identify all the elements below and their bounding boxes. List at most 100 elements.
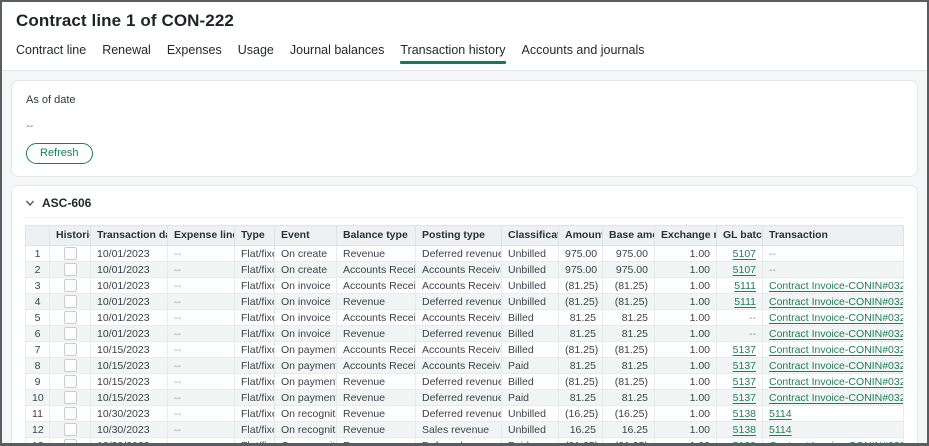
posting-type-cell: Deferred revenue — [416, 294, 502, 310]
historical-checkbox[interactable] — [64, 295, 77, 308]
posting-type-cell: Accounts Receivable — [416, 262, 502, 278]
col-transaction: Transaction — [763, 226, 904, 246]
gl-batch-cell: 5107 — [717, 246, 763, 262]
gl-batch-link[interactable]: 5111 — [734, 280, 756, 292]
amount-cell: 81.25 — [559, 310, 603, 326]
transaction-link[interactable]: Contract Invoice-CONIN#0325#doc — [769, 392, 904, 404]
amount-cell: 975.00 — [559, 246, 603, 262]
tab-contract-line[interactable]: Contract line — [16, 33, 86, 70]
tab-expenses[interactable]: Expenses — [167, 33, 222, 70]
historical-checkbox[interactable] — [64, 311, 77, 324]
table-row: 310/01/2023--Flat/fixedOn invoiceAccount… — [26, 278, 904, 294]
amount-cell: 81.25 — [559, 390, 603, 406]
table-row: 510/01/2023--Flat/fixedOn invoiceAccount… — [26, 310, 904, 326]
gl-batch-link[interactable]: 5138 — [733, 408, 756, 420]
transaction-date-cell: 10/01/2023 — [91, 246, 168, 262]
row-number-cell: 8 — [26, 358, 50, 374]
col-exchange-rate: Exchange rate — [655, 226, 717, 246]
refresh-button[interactable]: Refresh — [26, 143, 93, 164]
transaction-link[interactable]: Contract Invoice-CONIN#0325#doc — [769, 328, 904, 340]
base-amount-cell: 81.25 — [603, 358, 655, 374]
tab-transaction-history[interactable]: Transaction history — [400, 33, 505, 70]
expense-line-cell: -- — [168, 390, 235, 406]
historical-checkbox[interactable] — [64, 343, 77, 356]
gl-batch-link[interactable]: 5137 — [733, 376, 756, 388]
historical-checkbox[interactable] — [64, 423, 77, 436]
historical-cell — [50, 358, 91, 374]
transaction-link[interactable]: 5114 — [769, 424, 792, 436]
transaction-link[interactable]: Contract Invoice-CONIN#0325#doc — [769, 296, 904, 308]
expense-line-cell: -- — [168, 278, 235, 294]
historical-checkbox[interactable] — [64, 375, 77, 388]
historical-cell — [50, 438, 91, 446]
event-cell: On payment — [275, 374, 337, 390]
historical-cell — [50, 278, 91, 294]
exchange-rate-cell: 1.00 — [655, 390, 717, 406]
gl-batch-link[interactable]: 5138 — [733, 424, 756, 436]
gl-batch-cell: 5111 — [717, 278, 763, 294]
table-row: 710/15/2023--Flat/fixedOn paymentAccount… — [26, 342, 904, 358]
transaction-link[interactable]: Contract Invoice-CONIN#0325#doc — [769, 280, 904, 292]
gl-batch-link[interactable]: 5107 — [733, 248, 756, 260]
table-row: 1010/15/2023--Flat/fixedOn paymentRevenu… — [26, 390, 904, 406]
gl-batch-cell: -- — [717, 310, 763, 326]
historical-cell — [50, 294, 91, 310]
transaction-link[interactable]: Contract Invoice-CONIN#0325#doc — [769, 344, 904, 356]
row-number-cell: 6 — [26, 326, 50, 342]
gl-batch-cell: 5138 — [717, 406, 763, 422]
row-number-cell: 10 — [26, 390, 50, 406]
balance-type-cell: Revenue — [337, 390, 416, 406]
transaction-date-cell: 10/01/2023 — [91, 278, 168, 294]
gl-batch-link[interactable]: 5137 — [733, 344, 756, 356]
posting-type-cell: Deferred revenue — [416, 438, 502, 446]
gl-batch-link[interactable]: 5139 — [733, 440, 756, 446]
amount-cell: (81.25) — [559, 278, 603, 294]
tab-accounts-and-journals[interactable]: Accounts and journals — [522, 33, 645, 70]
transaction-link[interactable]: Contract Invoice-CONIN#0325#doc — [769, 360, 904, 372]
gl-batch-link[interactable]: 5137 — [733, 392, 756, 404]
historical-checkbox[interactable] — [64, 439, 77, 446]
event-cell: On invoice — [275, 326, 337, 342]
col-transaction-date: Transaction date — [91, 226, 168, 246]
gl-batch-cell: 5139 — [717, 438, 763, 446]
transaction-link[interactable]: 5114 — [769, 408, 792, 420]
base-amount-cell: 81.25 — [603, 390, 655, 406]
col-amount: Amount — [559, 226, 603, 246]
col-type: Type — [235, 226, 275, 246]
tab-renewal[interactable]: Renewal — [102, 33, 151, 70]
historical-checkbox[interactable] — [64, 263, 77, 276]
historical-checkbox[interactable] — [64, 279, 77, 292]
amount-cell: (81.25) — [559, 342, 603, 358]
expense-line-cell: -- — [168, 294, 235, 310]
historical-checkbox[interactable] — [64, 391, 77, 404]
table-row: 210/01/2023--Flat/fixedOn createAccounts… — [26, 262, 904, 278]
balance-type-cell: Accounts Receivable — [337, 342, 416, 358]
classification-cell: Paid — [502, 358, 559, 374]
type-cell: Flat/fixed — [235, 358, 275, 374]
historical-cell — [50, 406, 91, 422]
gl-batch-cell: 5138 — [717, 422, 763, 438]
transaction-link[interactable]: Contract Invoice-CONIN#0325#doc — [769, 376, 904, 388]
asc-606-section-header[interactable]: ASC-606 — [25, 194, 904, 218]
type-cell: Flat/fixed — [235, 438, 275, 446]
expense-line-cell: -- — [168, 246, 235, 262]
classification-cell: Paid — [502, 438, 559, 446]
gl-batch-link[interactable]: 5137 — [733, 360, 756, 372]
historical-checkbox[interactable] — [64, 407, 77, 420]
app-window: Contract line 1 of CON-222 Contract line… — [0, 0, 929, 446]
expense-line-cell: -- — [168, 342, 235, 358]
transaction-link[interactable]: Contract Invoice-CONIN#0325#doc — [769, 312, 904, 324]
gl-batch-link[interactable]: 5111 — [734, 296, 756, 308]
transaction-link[interactable]: Contract Invoice-CONIN#0325#doc — [769, 440, 904, 446]
exchange-rate-cell: 1.00 — [655, 310, 717, 326]
historical-checkbox[interactable] — [64, 247, 77, 260]
exchange-rate-cell: 1.00 — [655, 422, 717, 438]
gl-batch-link[interactable]: 5107 — [733, 264, 756, 276]
historical-checkbox[interactable] — [64, 327, 77, 340]
tab-usage[interactable]: Usage — [238, 33, 274, 70]
balance-type-cell: Revenue — [337, 294, 416, 310]
classification-cell: Unbilled — [502, 422, 559, 438]
gl-batch-cell: 5107 — [717, 262, 763, 278]
historical-checkbox[interactable] — [64, 359, 77, 372]
tab-journal-balances[interactable]: Journal balances — [290, 33, 385, 70]
